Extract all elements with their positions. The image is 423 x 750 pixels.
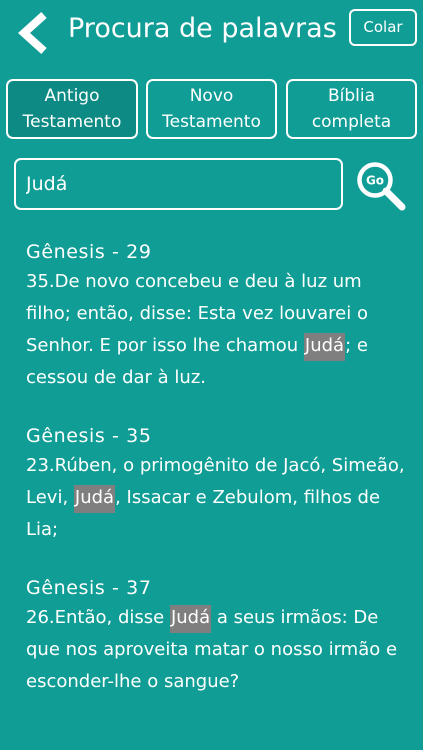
- page-title: Procura de palavras: [68, 13, 337, 44]
- match-highlight: Judá: [73, 485, 116, 513]
- go-search-button[interactable]: Go: [355, 160, 407, 212]
- go-label: Go: [366, 174, 384, 188]
- chevron-left-icon: [18, 12, 47, 54]
- match-highlight: Judá: [169, 605, 212, 633]
- tab-label-line1: Novo: [189, 86, 234, 106]
- search-input[interactable]: [26, 160, 326, 208]
- tab-label-line1: Antigo: [44, 86, 100, 106]
- magnifier-go-icon: Go: [357, 162, 406, 211]
- back-button[interactable]: [16, 12, 50, 54]
- tab-label-line2: Testamento: [162, 112, 261, 132]
- result-item[interactable]: Gênesis - 37 26.Então, disse Judá a seus…: [26, 574, 406, 698]
- result-verse: 35.De novo concebeu e deu à luz um filho…: [26, 266, 406, 394]
- results-list: Gênesis - 29 35.De novo concebeu e deu à…: [26, 238, 406, 726]
- paste-button[interactable]: Colar: [349, 9, 417, 46]
- result-verse: 26.Então, disse Judá a seus irmãos: De q…: [26, 602, 406, 698]
- result-reference: Gênesis - 37: [26, 577, 152, 599]
- tab-label-line2: Testamento: [22, 112, 122, 132]
- match-highlight: Judá: [303, 333, 346, 361]
- tab-old-testament[interactable]: Antigo Testamento: [6, 79, 138, 139]
- tab-label-line2: completa: [311, 112, 392, 132]
- header-bar: Procura de palavras Colar: [0, 0, 423, 62]
- result-reference: Gênesis - 29: [26, 241, 152, 263]
- verse-text: 26.Então, disse: [26, 607, 170, 628]
- search-field[interactable]: [14, 158, 343, 210]
- result-item[interactable]: Gênesis - 29 35.De novo concebeu e deu à…: [26, 238, 406, 394]
- result-reference: Gênesis - 35: [26, 425, 152, 447]
- tab-full-bible[interactable]: Bíblia completa: [286, 79, 417, 139]
- tab-label-line1: Bíblia: [327, 86, 376, 106]
- result-verse: 23.Rúben, o primogênito de Jacó, Simeão,…: [26, 450, 406, 546]
- result-item[interactable]: Gênesis - 35 23.Rúben, o primogênito de …: [26, 422, 406, 546]
- tab-new-testament[interactable]: Novo Testamento: [146, 79, 277, 139]
